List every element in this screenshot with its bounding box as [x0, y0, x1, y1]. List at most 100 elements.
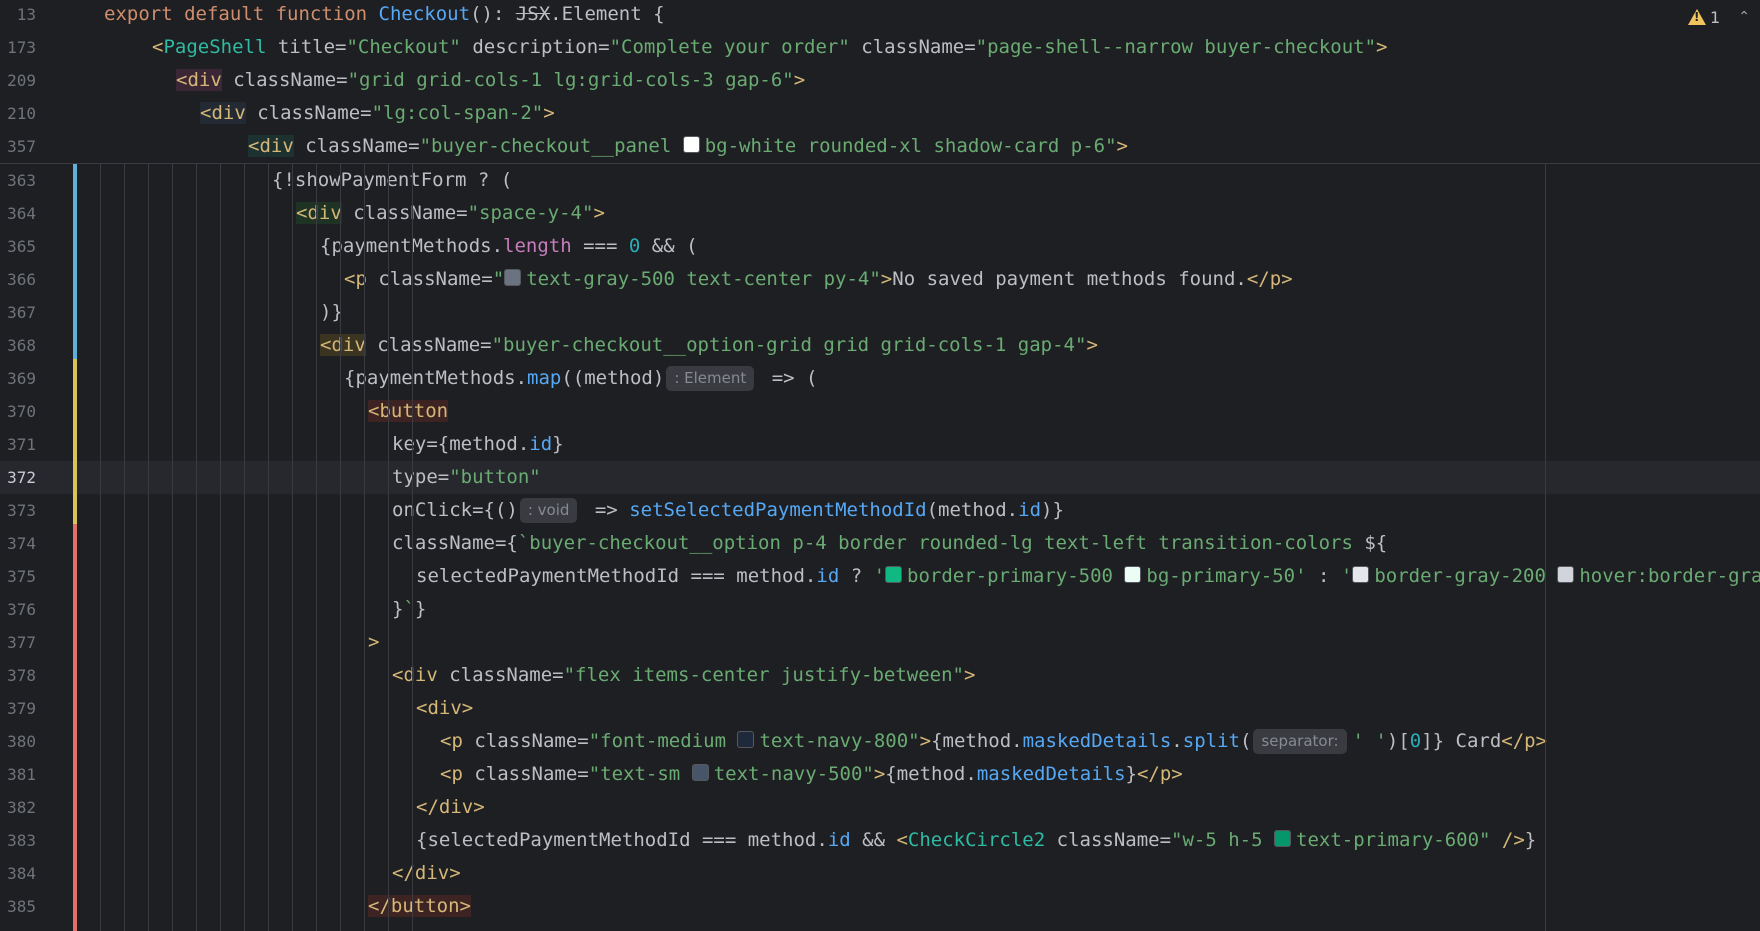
color-swatch-icon[interactable] [1557, 566, 1575, 583]
code-token: > [880, 268, 893, 290]
code-token: ( [1239, 730, 1252, 752]
line-number: 375 [7, 567, 36, 586]
code-token: (): [470, 3, 516, 25]
code-line[interactable]: 371 key={method.id} [0, 428, 1760, 461]
code-line[interactable]: 369 {paymentMethods.map((method): Element… [0, 362, 1760, 395]
code-line[interactable]: 375 selectedPaymentMethodId === method.id… [0, 560, 1760, 593]
code-line[interactable]: 378 <div className="flex items-center jus… [0, 659, 1760, 692]
code-line[interactable]: 13 export default function Checkout(): JS… [0, 0, 1760, 31]
inlay-hint[interactable]: : void [519, 498, 578, 523]
code-line[interactable]: 372 type="button" [0, 461, 1760, 494]
code-token: "grid grid-cols-1 lg:grid-cols-3 gap-6" [347, 69, 794, 91]
code-token: JSX [515, 3, 551, 25]
code-token: maskedDetails [976, 763, 1126, 785]
code-token: id [827, 829, 851, 851]
code-text: <p className="text-sm text-navy-500">{me… [440, 758, 1183, 791]
code-token: <div [200, 102, 246, 124]
code-line[interactable]: 379 <div> [0, 692, 1760, 725]
code-text: }`} [392, 593, 426, 626]
code-line[interactable]: 368 <div className="buyer-checkout__optio… [0, 329, 1760, 362]
code-token: "flex items-center justify-between" [563, 664, 964, 686]
code-line[interactable]: 384 </div> [0, 857, 1760, 890]
code-line[interactable]: 210 <div className="lg:col-span-2"> [0, 97, 1760, 130]
code-line[interactable]: 385 </button> [0, 890, 1760, 923]
code-line[interactable]: 370 <button [0, 395, 1760, 428]
code-line[interactable]: 382 </div> [0, 791, 1760, 824]
code-token: "w-5 h-5 [1171, 829, 1274, 851]
code-token: "button" [449, 466, 541, 488]
code-token: && [850, 829, 897, 851]
code-token: type= [392, 466, 450, 488]
color-swatch-icon[interactable] [1274, 830, 1291, 847]
vcs-change-marker[interactable] [73, 359, 77, 524]
line-number: 374 [7, 534, 36, 553]
code-token: `buyer-checkout__option p-4 border round… [517, 532, 1365, 554]
code-line[interactable]: 373 onClick={(): void => setSelectedPayme… [0, 494, 1760, 527]
code-text: {selectedPaymentMethodId === method.id &… [416, 824, 1536, 857]
color-swatch-icon[interactable] [682, 136, 700, 153]
code-token: </p> [1136, 763, 1183, 785]
code-line[interactable]: 383 {selectedPaymentMethodId === method.i… [0, 824, 1760, 857]
code-line[interactable]: 357 <div className="buyer-checkout__panel… [0, 130, 1760, 163]
code-editor[interactable]: 13 export default function Checkout(): JS… [0, 0, 1760, 931]
code-token: length [503, 235, 572, 257]
chevron-up-icon[interactable]: ⌃ [1738, 9, 1750, 25]
vcs-change-marker[interactable] [73, 524, 77, 931]
line-number: 379 [7, 699, 36, 718]
code-line[interactable]: 365 {paymentMethods.length === 0 && ( [0, 230, 1760, 263]
code-token: <div [320, 334, 366, 356]
code-text: </button> [368, 890, 471, 923]
color-swatch-icon[interactable] [1352, 566, 1370, 583]
line-number: 373 [7, 501, 36, 520]
code-text: type="button" [392, 461, 541, 494]
code-token: "buyer-checkout__panel [419, 135, 683, 157]
code-line[interactable]: 173 <PageShell title="Checkout" descripti… [0, 31, 1760, 64]
code-token: < [152, 36, 164, 58]
code-token: > [873, 763, 886, 785]
code-token: <p [440, 763, 463, 785]
code-line[interactable]: 367)} [0, 296, 1760, 329]
line-number: 210 [7, 104, 36, 123]
code-line[interactable]: 377 > [0, 626, 1760, 659]
code-line[interactable]: 364 <div className="space-y-4"> [0, 197, 1760, 230]
code-line[interactable]: 209 <div className="grid grid-cols-1 lg:g… [0, 64, 1760, 97]
code-token: map [527, 367, 562, 389]
code-token: hover:border-gray-300' [1579, 565, 1760, 587]
code-line[interactable]: 374 className={`buyer-checkout__option p-… [0, 527, 1760, 560]
code-token: id [1018, 499, 1042, 521]
inlay-hint[interactable]: separator: [1253, 729, 1347, 754]
code-token: } [1125, 763, 1137, 785]
inlay-hint[interactable]: : Element [666, 366, 755, 391]
line-number: 370 [7, 402, 36, 421]
line-number: 381 [7, 765, 36, 784]
code-token: > [963, 664, 976, 686]
color-swatch-icon[interactable] [737, 731, 755, 748]
code-token: <div [392, 664, 438, 686]
color-swatch-icon[interactable] [504, 269, 522, 286]
code-line[interactable]: 366 <p className=" text-gray-500 text-cent… [0, 263, 1760, 296]
indent-guide [196, 164, 197, 931]
code-line[interactable]: 363 {!showPaymentForm ? ( [0, 164, 1760, 197]
code-line[interactable]: 376}`} [0, 593, 1760, 626]
code-token: {selectedPaymentMethodId === method. [416, 829, 828, 851]
code-token: ? [839, 565, 874, 587]
code-line[interactable]: 381 <p className="text-sm text-navy-500">… [0, 758, 1760, 791]
vcs-change-marker[interactable] [73, 164, 77, 359]
code-line[interactable]: 380 <p className="font-medium text-navy-8… [0, 725, 1760, 758]
inspection-widget[interactable]: 1 ⌃ [1688, 4, 1750, 30]
code-text: <p className=" text-gray-500 text-center … [344, 263, 1293, 296]
color-swatch-icon[interactable] [885, 566, 903, 583]
line-number: 363 [7, 171, 36, 190]
code-token: setSelectedPaymentMethodId [629, 499, 927, 521]
warning-count: 1 [1710, 7, 1721, 27]
code-text: selectedPaymentMethodId === method.id ? … [416, 560, 1760, 593]
code-token: (method. [926, 499, 1019, 521]
color-swatch-icon[interactable] [691, 764, 709, 781]
code-token: ' ' [1352, 730, 1387, 752]
code-text: <button [368, 395, 449, 428]
code-text: <div className="grid grid-cols-1 lg:grid… [176, 64, 805, 97]
color-swatch-icon[interactable] [1124, 566, 1142, 583]
indent-guide [340, 164, 341, 931]
line-number: 372 [7, 468, 36, 487]
code-token: className= [341, 202, 468, 224]
